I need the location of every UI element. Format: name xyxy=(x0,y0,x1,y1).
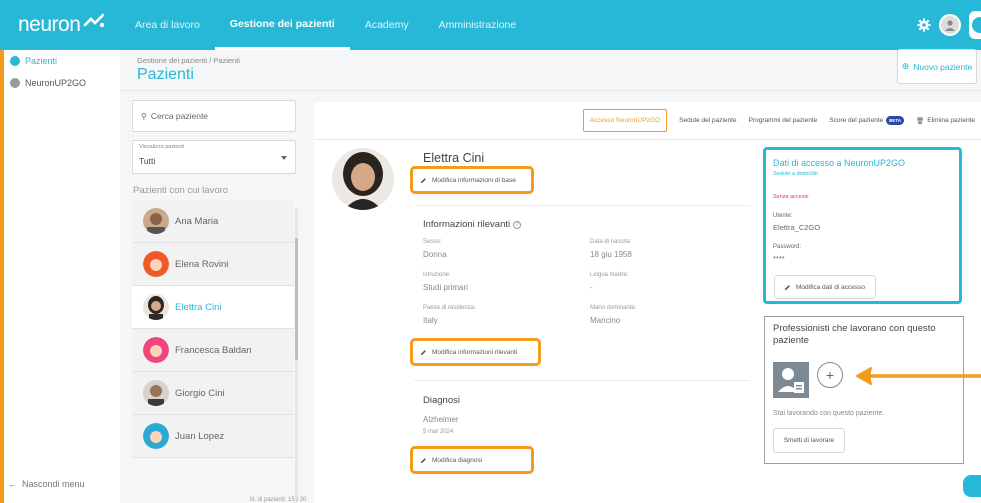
working-status-text: Stai lavorando con questo paziente. xyxy=(773,410,885,417)
professionals-card: Professionisti che lavorano con questo p… xyxy=(764,316,964,464)
sex-value: Donna xyxy=(423,250,447,259)
beta-badge: BETA xyxy=(886,116,905,125)
professional-avatar-icon xyxy=(773,362,809,398)
page-title: Pazienti xyxy=(137,66,194,83)
nav-tab-administration[interactable]: Amministrazione xyxy=(424,0,532,50)
top-right-icons xyxy=(917,0,981,50)
access-card-subtitle: Sedute a domicilio xyxy=(773,171,818,177)
pencil-icon xyxy=(420,177,426,183)
pencil-icon xyxy=(784,284,790,290)
chat-icon[interactable] xyxy=(963,475,981,497)
neuronup-logo[interactable]: neuron xyxy=(0,0,120,50)
patient-item-ana-maria[interactable]: Ana Maria xyxy=(132,200,294,243)
patient-avatar xyxy=(143,208,169,234)
edit-basic-info-button[interactable]: Modifica informazioni di base xyxy=(410,166,534,194)
edit-access-data-button[interactable]: Modifica dati di accesso xyxy=(774,275,876,299)
patient-avatar xyxy=(143,423,169,449)
pencil-icon xyxy=(420,457,426,463)
nav-tab-work-area[interactable]: Area di lavoro xyxy=(120,0,215,50)
hide-menu-button[interactable]: ← Nascondi menu xyxy=(8,479,85,489)
relevant-info-title: Informazioni rilevanti? xyxy=(423,219,522,230)
patient-item-elettra-cini[interactable]: Elettra Cini xyxy=(132,286,294,329)
info-icon[interactable]: ? xyxy=(513,221,522,229)
arrow-left-icon: ← xyxy=(8,479,17,489)
user-avatar[interactable] xyxy=(939,14,961,36)
list-scrollbar-thumb[interactable] xyxy=(295,238,298,360)
user-circle-icon xyxy=(10,56,20,66)
breadcrumb[interactable]: Gestione dei pazienti / Pazienti xyxy=(137,56,240,65)
patient-count: N. di pazienti: 15 / 30 xyxy=(250,497,307,503)
trash-icon: 🗑︎ xyxy=(916,117,925,125)
professionals-title: Professionisti che lavorano con questo p… xyxy=(773,323,936,346)
diagnosis-title: Diagnosi xyxy=(423,395,460,406)
search-input[interactable]: ⚲ Cerca paziente xyxy=(132,100,296,132)
pencil-icon xyxy=(420,349,426,355)
nav-tab-patient-management[interactable]: Gestione dei pazienti xyxy=(214,0,350,50)
list-section-title: Pazienti con cui lavoro xyxy=(133,185,229,196)
language-value: - xyxy=(590,283,593,292)
tab-patient-scores[interactable]: Score del paziente BETA xyxy=(829,116,905,125)
country-value: Italy xyxy=(423,316,438,325)
patient-item-juan-lopez[interactable]: Juan Lopez xyxy=(132,415,294,458)
brand-corner-icon xyxy=(969,11,981,39)
sidebar-item-neuronup2go[interactable]: NeuronUP2GO xyxy=(4,72,120,94)
header-divider xyxy=(120,90,981,91)
dominant-hand-value: Mancino xyxy=(590,316,621,325)
main-content: Gestione dei pazienti / Pazienti Pazient… xyxy=(120,49,981,503)
username-value: Elettra_C2GO xyxy=(773,223,821,232)
edit-diagnosis-button[interactable]: Modifica diagnosi xyxy=(410,446,534,474)
top-navbar: neuron Area di lavoro Gestione dei pazie… xyxy=(0,0,981,50)
sidebar: Pazienti NeuronUP2GO ← Nascondi menu xyxy=(0,50,120,503)
patient-list: Ana Maria Elena Rovini Elettra Cini Fran… xyxy=(132,200,294,458)
main-nav-tabs: Area di lavoro Gestione dei pazienti Aca… xyxy=(120,0,531,50)
plus-circle-icon: ⊕ xyxy=(901,61,910,71)
tab-neuronup2go-access[interactable]: Accesso NeuronUP2GO xyxy=(582,109,668,132)
patient-tabs: Accesso NeuronUP2GO Sedute del paziente … xyxy=(314,102,981,140)
add-professional-button[interactable]: + xyxy=(817,362,843,388)
patient-avatar xyxy=(143,294,169,320)
new-patient-button[interactable]: ⊕ Nuovo paziente xyxy=(897,49,977,84)
tab-patient-sessions[interactable]: Sedute del paziente xyxy=(679,117,736,124)
education-value: Studi primari xyxy=(423,283,468,292)
patient-filter-select[interactable]: Visualizza pazienti Tutti xyxy=(132,140,296,174)
patient-item-elena-rovini[interactable]: Elena Rovini xyxy=(132,243,294,286)
divider xyxy=(414,205,750,206)
user-icon xyxy=(945,20,955,31)
neuronup2go-access-card: Dati di accesso a NeuronUP2GO Sedute a d… xyxy=(763,147,962,304)
dob-value: 18 giu 1958 xyxy=(590,250,632,259)
logo-mark-icon xyxy=(84,13,105,28)
patient-avatar xyxy=(143,337,169,363)
divider xyxy=(414,380,750,381)
arrow-left-annotation-icon xyxy=(856,367,981,385)
gear-icon[interactable] xyxy=(917,18,931,32)
diagnosis-value: Alzheimer xyxy=(423,415,459,424)
patient-photo xyxy=(332,148,394,210)
patient-list-panel: ⚲ Cerca paziente Visualizza pazienti Tut… xyxy=(132,100,298,503)
patient-item-francesca-baldan[interactable]: Francesca Baldan xyxy=(132,329,294,372)
patient-name: Elettra Cini xyxy=(423,151,485,165)
search-icon: ⚲ xyxy=(141,111,147,121)
chevron-down-icon xyxy=(281,156,287,160)
patient-avatar xyxy=(143,251,169,277)
diagnosis-date: 5 mar 2024 xyxy=(423,429,454,435)
edit-relevant-info-button[interactable]: Modifica informazioni rilevanti xyxy=(410,338,541,366)
neuronup2go-icon xyxy=(10,78,20,88)
nav-tab-academy[interactable]: Academy xyxy=(350,0,424,50)
patient-avatar xyxy=(143,380,169,406)
sidebar-item-patients[interactable]: Pazienti xyxy=(4,50,120,72)
delete-patient-button[interactable]: 🗑︎ Elimina paziente xyxy=(916,117,975,125)
stop-working-button[interactable]: Smetti di lavorare xyxy=(773,428,845,453)
no-access-warning: Senza accessi xyxy=(773,194,809,200)
password-value: **** xyxy=(773,254,785,263)
patient-item-giorgio-cini[interactable]: Giorgio Cini xyxy=(132,372,294,415)
access-card-title: Dati di accesso a NeuronUP2GO xyxy=(773,158,906,168)
tab-patient-programs[interactable]: Programmi del paziente xyxy=(749,117,818,124)
